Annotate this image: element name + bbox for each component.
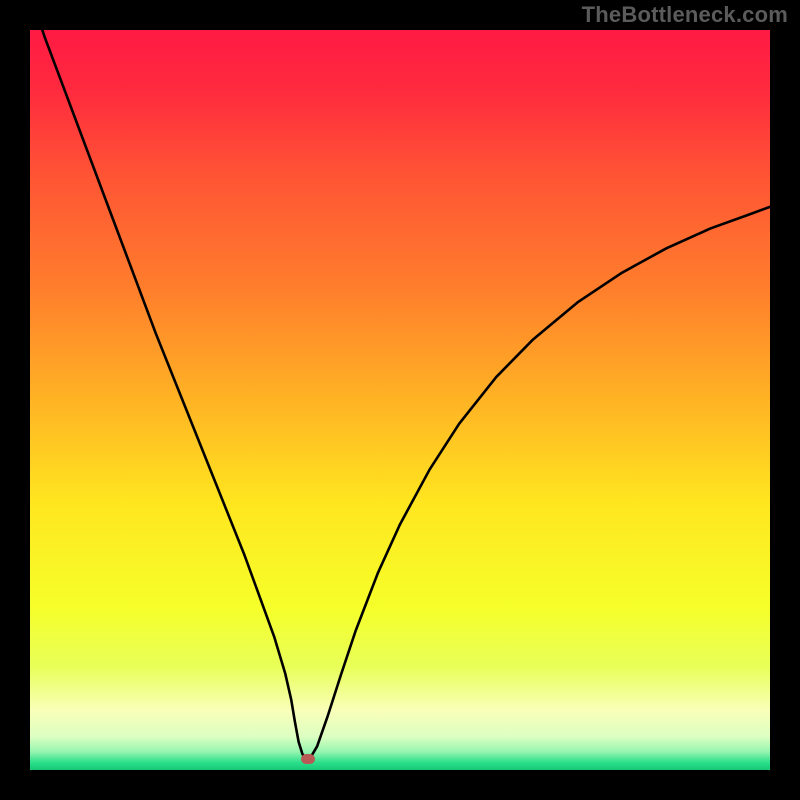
- plot-area: [30, 30, 770, 770]
- watermark-text: TheBottleneck.com: [582, 2, 788, 28]
- chart-frame: TheBottleneck.com: [0, 0, 800, 800]
- bottleneck-curve: [30, 30, 770, 770]
- optimal-point-marker: [301, 754, 315, 764]
